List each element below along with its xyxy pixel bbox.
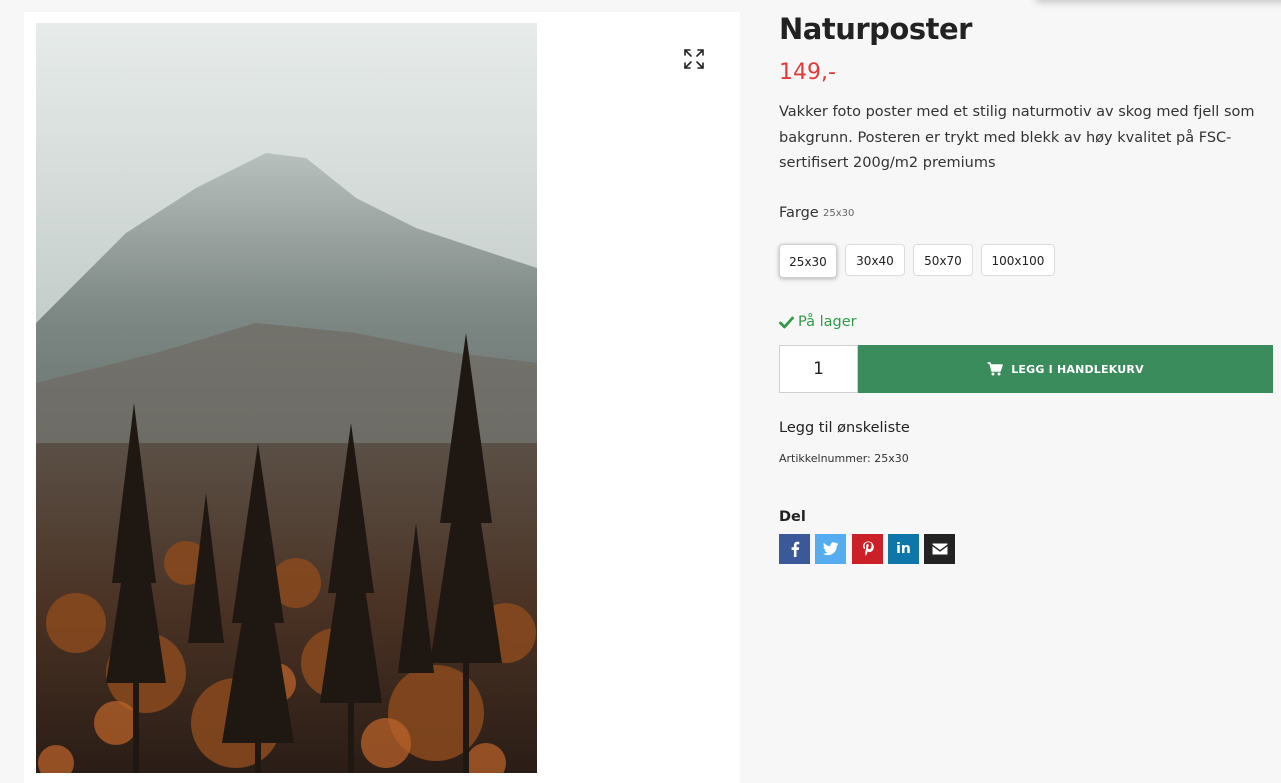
variant-option-100x100[interactable]: 100x100	[981, 244, 1055, 276]
variant-label: Farge	[779, 205, 819, 221]
add-to-cart-label: LEGG I HANDLEKURV	[1011, 362, 1144, 376]
product-description: Vakker foto poster med et stilig naturmo…	[779, 104, 1255, 171]
stock-text: På lager	[798, 314, 857, 330]
stock-status: På lager	[779, 314, 857, 330]
variant-option-50x70[interactable]: 50x70	[913, 244, 973, 276]
product-image[interactable]	[36, 23, 537, 773]
share-linkedin-button[interactable]: in	[888, 534, 919, 564]
check-icon	[779, 316, 794, 328]
wishlist-link[interactable]: Legg til ønskeliste	[779, 420, 910, 436]
add-to-cart-button[interactable]: LEGG I HANDLEKURV	[858, 345, 1273, 393]
variant-selected-value: 25x30	[823, 208, 855, 219]
product-price: 149,-	[779, 60, 836, 85]
variant-option-30x40[interactable]: 30x40	[845, 244, 905, 276]
sku-text: Artikkelnummer: 25x30	[779, 452, 909, 465]
cart-icon	[987, 362, 1004, 376]
product-title: Naturposter	[779, 12, 972, 46]
expand-icon	[684, 49, 704, 69]
quantity-input[interactable]	[779, 345, 858, 393]
share-label: Del	[779, 509, 806, 525]
share-pinterest-button[interactable]	[852, 534, 883, 564]
envelope-icon	[932, 543, 947, 555]
expand-image-button[interactable]	[681, 46, 707, 72]
variant-option-25x30[interactable]: 25x30	[779, 244, 837, 278]
pinterest-icon	[862, 541, 874, 556]
product-info: Naturposter 149,- Vakker foto poster med…	[779, 0, 1281, 783]
product-image-art	[36, 23, 537, 773]
share-twitter-button[interactable]	[815, 534, 846, 564]
facebook-icon	[791, 541, 799, 557]
share-facebook-button[interactable]	[779, 534, 810, 564]
linkedin-icon: in	[896, 541, 911, 557]
share-email-button[interactable]	[924, 534, 955, 564]
product-gallery	[24, 12, 740, 783]
twitter-icon	[822, 542, 839, 556]
